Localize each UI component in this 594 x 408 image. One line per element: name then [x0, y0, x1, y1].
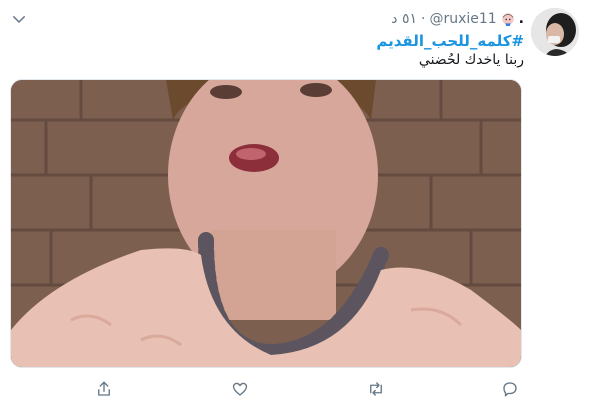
emoji-badge-icon [501, 12, 515, 26]
chevron-down-icon[interactable] [10, 10, 28, 28]
avatar[interactable] [531, 8, 579, 56]
separator: · [420, 11, 426, 27]
timestamp[interactable]: ٥١ د [391, 11, 417, 27]
tweet-header: . @ruxie11 · ٥١ د [391, 10, 524, 28]
retweet-icon[interactable] [365, 378, 387, 400]
tweet-text: ربنا ياخدك لحُضني [418, 52, 524, 68]
hashtag-link[interactable]: #كلمه_للحب_القديم [376, 32, 524, 50]
reply-icon[interactable] [499, 378, 521, 400]
display-name[interactable]: . [519, 11, 524, 27]
share-icon[interactable] [93, 378, 115, 400]
heart-icon[interactable] [229, 378, 251, 400]
tweet-media-image[interactable] [10, 79, 522, 368]
tweet-card[interactable]: . @ruxie11 · ٥١ د #كلمه_للحب_القديم ربنا… [0, 0, 594, 408]
handle[interactable]: @ruxie11 [429, 11, 496, 27]
tweet-actions [0, 378, 594, 402]
